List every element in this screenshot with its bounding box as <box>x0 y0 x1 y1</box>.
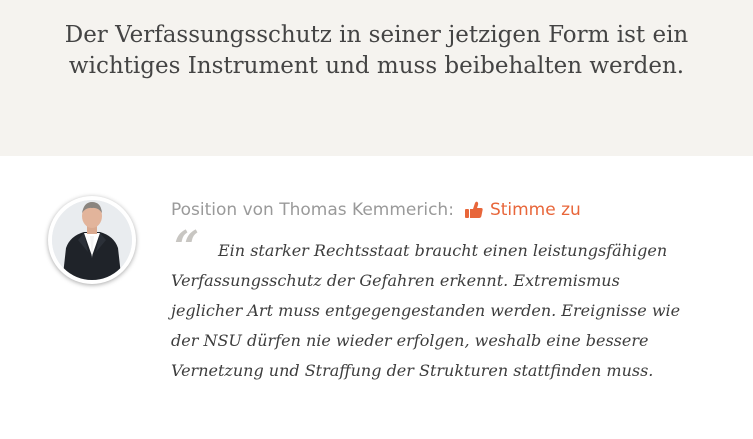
verdict-agree: Stimme zu <box>489 200 581 220</box>
thesis-line-2: wichtiges Instrument und muss beibehalte… <box>68 53 685 79</box>
position-line: Position von Thomas Kemmerich: Stimme zu <box>171 197 581 223</box>
position-label: Position von Thomas Kemmerich: <box>171 200 454 220</box>
thesis-statement: Der Verfassungsschutz in seiner jetzigen… <box>40 20 713 82</box>
thesis-box: Der Verfassungsschutz in seiner jetzigen… <box>0 0 753 156</box>
candidate-avatar <box>48 196 136 284</box>
thesis-line-1: Der Verfassungsschutz in seiner jetzigen… <box>64 22 689 48</box>
portrait-image <box>52 200 132 280</box>
thumbs-up-icon <box>464 201 484 227</box>
position-statement: Ein starker Rechtsstaat braucht einen le… <box>171 241 681 380</box>
